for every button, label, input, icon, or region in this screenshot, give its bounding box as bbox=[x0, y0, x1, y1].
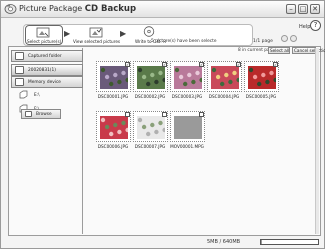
step-bar: Select picture(s) ▶ View selected pictur… bbox=[23, 24, 273, 46]
thumbnail-checkbox[interactable]: ✓ bbox=[236, 62, 241, 67]
thumbnail-checkbox[interactable]: ✓ bbox=[125, 62, 130, 67]
window-title: Picture Package CD Backup bbox=[19, 4, 136, 14]
view-selected-icon bbox=[89, 27, 103, 38]
tab-memory-device[interactable]: Memory device bbox=[11, 76, 83, 88]
thumbnail-filename: DSC00005.JPG bbox=[245, 94, 277, 99]
thumbnail-checkbox[interactable] bbox=[162, 112, 167, 117]
tab-folder-20020831[interactable]: 20020831(1) bbox=[11, 64, 83, 76]
step-view-selected[interactable]: View selected pictures bbox=[73, 25, 121, 45]
step-select-pictures[interactable]: Select picture(s) bbox=[25, 25, 63, 45]
page-indicator: 1/1 page bbox=[253, 39, 273, 44]
drive-e-label: E:\ bbox=[34, 93, 40, 98]
select-pictures-icon bbox=[36, 27, 50, 38]
folder-icon bbox=[15, 66, 24, 74]
app-icon bbox=[4, 4, 17, 14]
thumbnail-image bbox=[100, 116, 128, 139]
cancel-selection-button[interactable]: Cancel selectio bbox=[292, 47, 325, 54]
title-bar: Picture Package CD Backup – □ ✕ bbox=[1, 1, 324, 18]
thumbnail-item[interactable]: ✓ bbox=[207, 61, 242, 92]
drive-e[interactable]: E:\ bbox=[19, 90, 79, 100]
tab-captured-folder[interactable]: Captured folder bbox=[11, 50, 83, 62]
sidebar: Captured folder 20020831(1) Memory devic… bbox=[11, 48, 83, 234]
thumbnail-item[interactable] bbox=[133, 111, 168, 142]
thumbnail-filename: MOV00001.MPG bbox=[170, 144, 204, 149]
window-title-product: CD Backup bbox=[84, 4, 137, 14]
drive-icon bbox=[19, 90, 28, 99]
thumbnail-filename: DSC00007.JPG bbox=[134, 144, 166, 149]
thumbnail-image bbox=[137, 116, 165, 139]
thumbnail-filename: DSC00003.JPG bbox=[171, 94, 203, 99]
thumbnail-item[interactable]: ✓ bbox=[96, 61, 131, 92]
thumbnail-item[interactable]: ✓ bbox=[244, 61, 279, 92]
thumbnail-item[interactable] bbox=[96, 111, 131, 142]
browse-icon bbox=[25, 111, 32, 117]
step-select-label: Select picture(s) bbox=[27, 39, 62, 44]
thumbnail-image bbox=[211, 66, 239, 89]
capacity-text: 5MB / 640MB bbox=[207, 239, 241, 245]
thumbnail-image bbox=[100, 66, 128, 89]
thumbnail-image bbox=[137, 66, 165, 89]
thumbnail-area: 8 in current page Select all Cancel sele… bbox=[86, 47, 325, 234]
help-icon[interactable]: ? bbox=[310, 20, 321, 31]
thumbnail-item[interactable]: ✓ bbox=[133, 61, 168, 92]
thumbnail-item[interactable]: ✓ bbox=[170, 61, 205, 92]
step-view-label: View selected pictures bbox=[73, 39, 121, 44]
thumbnail-filename: DSC00001.JPG bbox=[97, 94, 129, 99]
close-button[interactable]: ✕ bbox=[310, 4, 320, 14]
step-arrow-icon: ▶ bbox=[120, 29, 127, 38]
thumbnail-image bbox=[248, 66, 276, 89]
thumbnail-checkbox[interactable] bbox=[199, 112, 204, 117]
thumbnail-checkbox[interactable]: ✓ bbox=[273, 62, 278, 67]
help-label[interactable]: Help bbox=[299, 24, 310, 30]
select-all-button[interactable]: Select all bbox=[268, 47, 290, 54]
tab-memory-device-label: Memory device bbox=[28, 80, 61, 85]
folder-icon bbox=[15, 52, 24, 60]
capacity-bar-fill bbox=[261, 240, 262, 244]
thumbnail-checkbox[interactable] bbox=[125, 112, 130, 117]
maximize-button[interactable]: □ bbox=[298, 4, 308, 14]
vertical-scrollbar[interactable] bbox=[315, 48, 319, 234]
thumbnail-grid: ✓ DSC00001.JPG ✓ DSC00002.JPG ✓ DSC00003.JPG ✓… bbox=[86, 56, 318, 234]
thumbnail-filename: DSC00002.JPG bbox=[134, 94, 166, 99]
memory-device-icon bbox=[15, 78, 24, 86]
selection-count-text: 5 picture(s) have been selecte bbox=[151, 39, 217, 44]
thumbnail-filename: DSC00006.JPG bbox=[97, 144, 129, 149]
thumbnail-checkbox[interactable]: ✓ bbox=[199, 62, 204, 67]
minimize-button[interactable]: – bbox=[286, 4, 296, 14]
thumbnail-image bbox=[174, 66, 202, 89]
thumbnail-filename: DSC00004.JPG bbox=[208, 94, 240, 99]
window-title-prefix: Picture Package bbox=[19, 4, 83, 13]
next-page-button[interactable] bbox=[290, 35, 297, 42]
capacity-bar bbox=[260, 239, 319, 245]
tab-folder-20020831-label: 20020831(1) bbox=[28, 68, 56, 73]
tab-browse-label: Browse bbox=[36, 112, 52, 117]
step-arrow-icon: ▶ bbox=[64, 29, 71, 38]
tab-captured-folder-label: Captured folder bbox=[28, 54, 62, 59]
thumbnail-checkbox[interactable]: ✓ bbox=[162, 62, 167, 67]
thumbnail-image bbox=[174, 116, 202, 139]
tab-browse[interactable]: Browse bbox=[21, 109, 61, 119]
prev-page-button[interactable] bbox=[281, 35, 288, 42]
thumbnail-item[interactable] bbox=[170, 111, 205, 142]
disc-write-icon bbox=[143, 26, 155, 37]
app-window: Picture Package CD Backup – □ ✕ Help ? S… bbox=[0, 0, 325, 249]
